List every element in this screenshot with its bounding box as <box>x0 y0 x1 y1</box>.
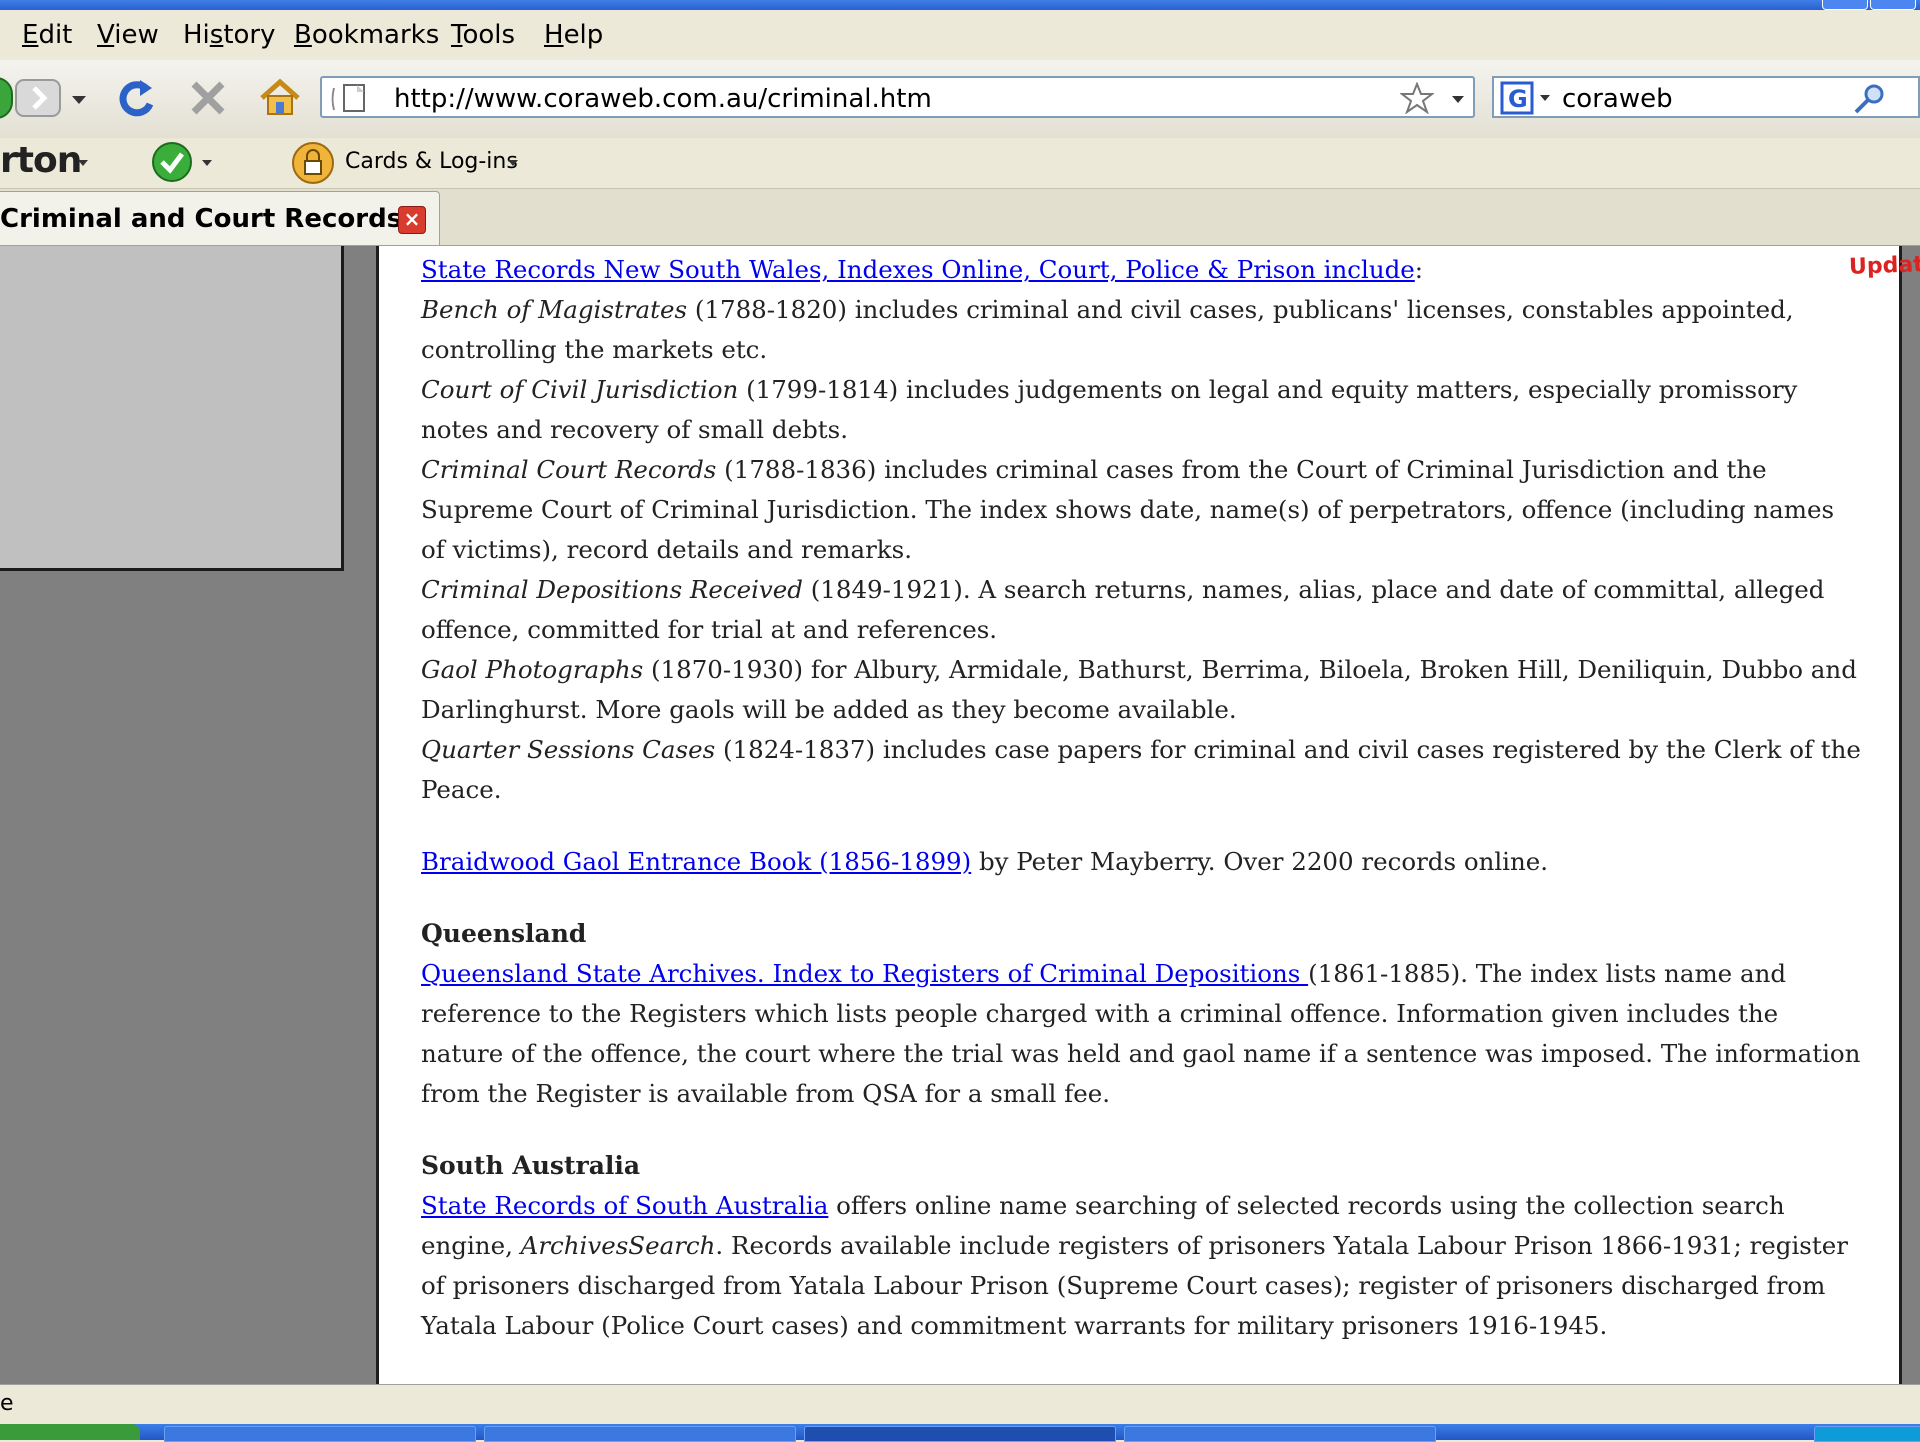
back-icon[interactable] <box>0 74 14 122</box>
queensland-heading: Queensland <box>421 919 587 948</box>
queensland-archives-link[interactable]: Queensland State Archives. Index to Regi… <box>421 959 1308 988</box>
menu-edit[interactable]: Edit <box>22 20 72 50</box>
record-title: Criminal Depositions Received <box>421 575 803 604</box>
identity-safe-lock-icon[interactable] <box>290 140 336 186</box>
south-australia-heading: South Australia <box>421 1151 641 1180</box>
search-box[interactable]: G coraweb <box>1492 76 1920 118</box>
record-entry: Gaol Photographs (1870-1930) for Albury,… <box>421 650 1861 730</box>
search-input[interactable]: coraweb <box>1562 84 1673 114</box>
record-title: Quarter Sessions Cases <box>421 735 716 764</box>
page-left-panel <box>0 246 344 571</box>
addon-toolbar: rton Cards & Log-ins <box>0 138 1920 189</box>
minimize-window-button[interactable] <box>1822 0 1868 10</box>
menu-help[interactable]: Help <box>544 20 603 50</box>
history-dropdown-icon[interactable] <box>66 74 92 122</box>
record-title: Court of Civil Jurisdiction <box>421 375 739 404</box>
search-icon[interactable] <box>1850 82 1890 114</box>
tab-strip: Criminal and Court Records × <box>0 189 1920 246</box>
updated-badge: Updated <box>1848 251 1920 280</box>
start-button[interactable] <box>0 1424 140 1440</box>
nsw-paragraph: State Records New South Wales, Indexes O… <box>421 250 1861 290</box>
google-search-engine-icon[interactable]: G <box>1500 81 1556 115</box>
sa-state-records-link[interactable]: State Records of South Australia <box>421 1191 828 1220</box>
menu-tools[interactable]: Tools <box>451 20 515 50</box>
record-title: Bench of Magistrates <box>421 295 688 324</box>
norton-menu[interactable]: rton <box>0 140 82 181</box>
nsw-state-records-link[interactable]: State Records New South Wales, Indexes O… <box>421 255 1415 284</box>
cards-dropdown-icon[interactable] <box>506 156 520 170</box>
svg-text:G: G <box>1508 85 1528 113</box>
url-dropdown-icon[interactable] <box>1448 82 1468 114</box>
record-entry: Bench of Magistrates (1788-1820) include… <box>421 290 1861 370</box>
norton-dropdown-icon[interactable] <box>76 156 90 170</box>
article-body: Updated State Records New South Wales, I… <box>421 250 1920 1346</box>
braidwood-description: by Peter Mayberry. Over 2200 records onl… <box>971 847 1549 876</box>
norton-safe-check-icon[interactable] <box>148 140 218 184</box>
browser-viewport: Updated State Records New South Wales, I… <box>0 246 1920 1384</box>
menu-bar: Edit View History Bookmarks Tools Help <box>0 10 1920 60</box>
reload-icon[interactable] <box>112 74 160 122</box>
braidwood-gaol-link[interactable]: Braidwood Gaol Entrance Book (1856-1899) <box>421 847 971 876</box>
tab-title: Criminal and Court Records <box>0 204 403 234</box>
bookmark-star-icon[interactable] <box>1400 82 1434 114</box>
tab-criminal-court-records[interactable]: Criminal and Court Records × <box>0 191 440 245</box>
nsw-colon: : <box>1414 255 1424 284</box>
menu-bookmarks[interactable]: Bookmarks <box>294 20 439 50</box>
record-title: Criminal Court Records <box>421 455 717 484</box>
page-icon <box>331 84 365 112</box>
status-text: e <box>0 1391 14 1416</box>
queensland-paragraph: Queensland State Archives. Index to Regi… <box>421 954 1861 1114</box>
south-australia-paragraph: State Records of South Australia offers … <box>421 1186 1861 1346</box>
record-entry: Quarter Sessions Cases (1824-1837) inclu… <box>421 730 1861 810</box>
cards-and-logins-menu[interactable]: Cards & Log-ins <box>345 149 518 174</box>
window-title-bar <box>0 0 1920 10</box>
record-entry: Court of Civil Jurisdiction (1799-1814) … <box>421 370 1861 450</box>
home-icon[interactable] <box>256 74 304 122</box>
maximize-window-button[interactable] <box>1870 0 1916 10</box>
close-tab-icon[interactable]: × <box>398 206 426 234</box>
windows-taskbar <box>0 1424 1920 1442</box>
menu-view[interactable]: View <box>97 20 159 50</box>
record-title: Gaol Photographs <box>421 655 644 684</box>
navigation-toolbar: http://www.coraweb.com.au/criminal.htm G… <box>0 60 1920 138</box>
braidwood-paragraph: Braidwood Gaol Entrance Book (1856-1899)… <box>421 842 1861 882</box>
menu-history[interactable]: History <box>183 20 276 50</box>
archives-search-term: ArchivesSearch <box>520 1231 716 1260</box>
forward-icon[interactable] <box>14 74 64 122</box>
url-input[interactable]: http://www.coraweb.com.au/criminal.htm <box>394 84 932 114</box>
record-entry: Criminal Depositions Received (1849-1921… <box>421 570 1861 650</box>
record-entry: Criminal Court Records (1788-1836) inclu… <box>421 450 1861 570</box>
url-bar[interactable]: http://www.coraweb.com.au/criminal.htm <box>320 76 1475 118</box>
stop-icon[interactable] <box>184 74 232 122</box>
page-content-area[interactable]: Updated State Records New South Wales, I… <box>376 246 1920 1384</box>
status-bar: e <box>0 1384 1920 1425</box>
